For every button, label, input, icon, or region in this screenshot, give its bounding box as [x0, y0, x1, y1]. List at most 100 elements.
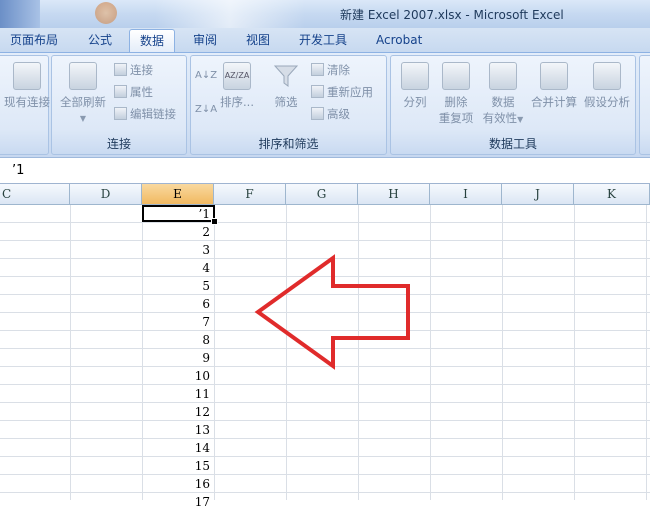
chevron-down-icon: ▼	[79, 114, 87, 123]
clear-label: 清除	[327, 63, 350, 77]
sort-desc-button[interactable]: Z↓A	[195, 104, 217, 115]
edit-links-button[interactable]: 编辑链接	[114, 106, 176, 122]
cell-e11[interactable]: 11	[143, 385, 213, 403]
column-header-i[interactable]: I	[430, 184, 502, 204]
data-tools-group-label: 数据工具	[488, 137, 537, 151]
title-bar: 新建 Excel 2007.xlsx - Microsoft Excel	[0, 0, 650, 28]
fill-handle[interactable]	[211, 218, 218, 225]
remove-duplicates-icon	[442, 62, 470, 90]
connections-label: 连接	[130, 63, 153, 77]
connections-icon	[114, 63, 127, 76]
consolidate-label: 合并计算	[531, 95, 577, 109]
remove-duplicates-label-2: 重复项	[438, 111, 474, 125]
existing-connections-label: 现有连接	[4, 95, 50, 109]
connections-button[interactable]: 连接	[114, 62, 153, 78]
column-header-k[interactable]: K	[574, 184, 650, 204]
data-validation-icon	[489, 62, 517, 90]
data-validation-button[interactable]: 数据 有效性▼	[479, 62, 527, 126]
clear-button[interactable]: 清除	[311, 62, 350, 78]
window-title: 新建 Excel 2007.xlsx - Microsoft Excel	[340, 8, 564, 22]
cell-e9[interactable]: 9	[143, 349, 213, 367]
sort-filter-group-label: 排序和筛选	[258, 137, 319, 151]
column-header-h[interactable]: H	[358, 184, 430, 204]
what-if-button[interactable]: 假设分析	[579, 62, 635, 110]
tab-developer[interactable]: 开发工具	[299, 32, 347, 52]
clear-filter-icon	[311, 63, 324, 76]
properties-icon	[114, 85, 127, 98]
chevron-down-icon: ▼	[517, 115, 524, 124]
sort-label: 排序...	[220, 95, 254, 109]
what-if-label: 假设分析	[584, 95, 630, 109]
cell-e4[interactable]: 4	[143, 259, 213, 277]
consolidate-icon	[540, 62, 568, 90]
column-header-f[interactable]: F	[214, 184, 286, 204]
filter-icon	[273, 65, 299, 87]
column-header-d[interactable]: D	[70, 184, 142, 204]
cell-e16[interactable]: 16	[143, 475, 213, 493]
advanced-filter-icon	[311, 107, 324, 120]
background-blur	[95, 2, 117, 24]
red-arrow-annotation	[254, 254, 410, 370]
formula-bar[interactable]: ’1	[0, 158, 650, 184]
sort-icon: AZ/ZA	[223, 62, 251, 90]
filter-label: 筛选	[274, 95, 298, 109]
edit-links-label: 编辑链接	[130, 107, 176, 121]
group-data-tools: 分列 删除 重复项 数据 有效性▼ 合并计算 假设分析 数据工具	[390, 55, 636, 155]
column-header-e[interactable]: E	[142, 184, 214, 204]
consolidate-button[interactable]: 合并计算	[527, 62, 581, 110]
column-header-c[interactable]: C	[0, 184, 70, 204]
cell-e5[interactable]: 5	[143, 277, 213, 295]
tab-data[interactable]: 数据	[129, 29, 176, 52]
remove-duplicates-label-1: 删除	[444, 95, 468, 109]
tab-formulas[interactable]: 公式	[88, 32, 112, 52]
tab-view[interactable]: 视图	[246, 32, 270, 52]
active-cell-border	[142, 205, 215, 222]
sort-asc-icon: A↓Z	[195, 70, 218, 81]
cell-e7[interactable]: 7	[143, 313, 213, 331]
ribbon-tabs: 页面布局 公式 数据 审阅 视图 开发工具 Acrobat	[0, 28, 650, 53]
ribbon: 现有连接 全部刷新 ▼ 连接 属性 编辑链接 连接 A↓Z Z↓A AZ/ZA …	[0, 53, 650, 158]
cell-e12[interactable]: 12	[143, 403, 213, 421]
cell-e2[interactable]: 2	[143, 223, 213, 241]
data-validation-label-1: 数据	[491, 95, 515, 109]
reapply-icon	[311, 85, 324, 98]
formula-content: ’1	[12, 163, 25, 178]
advanced-label: 高级	[327, 107, 350, 121]
edit-links-icon	[114, 107, 127, 120]
sort-asc-button[interactable]: A↓Z	[195, 70, 217, 81]
group-outline-partial	[639, 55, 650, 155]
column-header-j[interactable]: J	[502, 184, 574, 204]
remove-duplicates-button[interactable]: 删除 重复项	[435, 62, 477, 126]
cell-e13[interactable]: 13	[143, 421, 213, 439]
cell-e10[interactable]: 10	[143, 367, 213, 385]
reapply-button[interactable]: 重新应用	[311, 84, 373, 100]
text-to-columns-button[interactable]: 分列	[395, 62, 435, 110]
reapply-label: 重新应用	[327, 85, 373, 99]
connections-group-label: 连接	[106, 137, 131, 151]
filter-button[interactable]: 筛选	[267, 62, 305, 110]
what-if-icon	[593, 62, 621, 90]
cell-e8[interactable]: 8	[143, 331, 213, 349]
group-existing: 现有连接	[0, 55, 50, 155]
sort-desc-icon: Z↓A	[195, 104, 218, 115]
properties-button[interactable]: 属性	[114, 84, 153, 100]
refresh-all-label: 全部刷新	[60, 95, 106, 109]
column-header-g[interactable]: G	[286, 184, 358, 204]
cell-e15[interactable]: 15	[143, 457, 213, 475]
sort-button[interactable]: AZ/ZA 排序...	[217, 62, 257, 110]
properties-label: 属性	[130, 85, 153, 99]
cell-e3[interactable]: 3	[143, 241, 213, 259]
tab-acrobat[interactable]: Acrobat	[376, 32, 422, 52]
tab-review[interactable]: 审阅	[193, 32, 217, 52]
data-validation-label-2: 有效性	[482, 111, 518, 125]
cell-e17[interactable]: 17	[143, 493, 213, 511]
refresh-all-button[interactable]: 全部刷新 ▼	[54, 62, 112, 124]
existing-connections-button[interactable]: 现有连接	[0, 62, 57, 110]
column-headers: C D E F G H I J K	[0, 184, 650, 205]
tab-page-layout[interactable]: 页面布局	[10, 32, 58, 52]
group-connections: 全部刷新 ▼ 连接 属性 编辑链接 连接	[51, 55, 187, 155]
existing-connections-icon	[13, 62, 41, 90]
cell-e6[interactable]: 6	[143, 295, 213, 313]
advanced-button[interactable]: 高级	[311, 106, 350, 122]
cell-e14[interactable]: 14	[143, 439, 213, 457]
